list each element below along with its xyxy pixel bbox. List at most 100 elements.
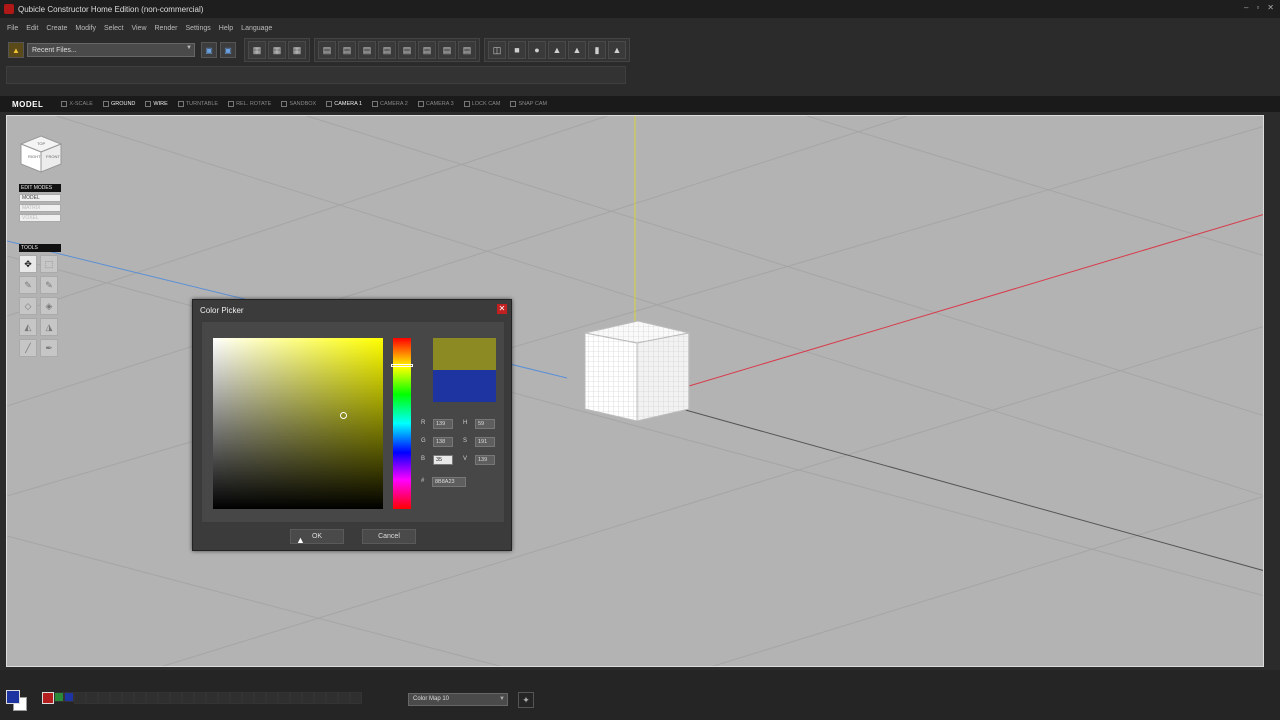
edit-mode-model[interactable]: MODEL — [19, 194, 61, 202]
palette-empty-cell[interactable] — [170, 692, 182, 704]
palette-empty-cell[interactable] — [350, 692, 362, 704]
palette-empty-cell[interactable] — [338, 692, 350, 704]
b-field[interactable]: 35 — [433, 455, 453, 465]
palette-empty-cell[interactable] — [158, 692, 170, 704]
palette-empty-cell[interactable] — [302, 692, 314, 704]
menu-modify[interactable]: Modify — [75, 25, 96, 32]
format-xxx-button[interactable]: ▤ — [378, 41, 396, 59]
save-icon[interactable]: ▣ — [201, 42, 217, 58]
palette-empty-cell[interactable] — [98, 692, 110, 704]
format-xxxxxx-button[interactable]: ▤ — [358, 41, 376, 59]
menu-settings[interactable]: Settings — [185, 25, 210, 32]
s-field[interactable]: 191 — [475, 437, 495, 447]
sphere-icon[interactable]: ● — [528, 41, 546, 59]
hue-marker[interactable] — [391, 364, 413, 367]
voxel-cube-model[interactable] — [583, 321, 693, 421]
export-multiple-button[interactable]: ▦ — [288, 41, 306, 59]
cancel-button[interactable]: Cancel — [362, 529, 416, 544]
box-select-tool-icon[interactable]: ⬚ — [40, 255, 58, 273]
minimize-icon[interactable]: – — [1244, 3, 1248, 12]
line-tool-icon[interactable]: ╱ — [19, 339, 37, 357]
edit-mode-matrix[interactable]: MATRIX — [19, 204, 61, 212]
close-icon[interactable]: ✕ — [497, 304, 507, 314]
option-wire[interactable]: WIRE — [145, 101, 168, 107]
palette-color-2[interactable] — [54, 692, 64, 702]
menu-select[interactable]: Select — [104, 25, 123, 32]
palette-empty-cell[interactable] — [86, 692, 98, 704]
navigation-cube[interactable]: RIGHT FRONT TOP — [19, 134, 63, 174]
color-map-dropdown[interactable]: Color Map 10 ▼ — [408, 693, 508, 706]
palette-empty-cell[interactable] — [146, 692, 158, 704]
palette-empty-cell[interactable] — [74, 692, 86, 704]
palette-color-1[interactable] — [42, 692, 54, 704]
new-matrix-icon[interactable]: ◫ — [488, 41, 506, 59]
export-button[interactable]: ▦ — [248, 41, 266, 59]
option-lock-cam[interactable]: LOCK CAM — [463, 101, 500, 107]
cone-icon[interactable]: ▲ — [548, 41, 566, 59]
cube-icon[interactable]: ■ — [508, 41, 526, 59]
option-x-scale[interactable]: X-SCALE — [61, 101, 93, 107]
erase-tool-icon[interactable]: ◇ — [19, 297, 37, 315]
recent-files-dropdown[interactable]: Recent Files... ▼ — [27, 43, 195, 57]
option-rel-rotate[interactable]: REL. ROTATE — [228, 101, 271, 107]
option-camera-3[interactable]: CAMERA 3 — [417, 101, 454, 107]
palette-empty-cell[interactable] — [242, 692, 254, 704]
option-ground[interactable]: GROUND — [102, 101, 135, 107]
hue-slider[interactable] — [391, 338, 413, 509]
palette-empty-cell[interactable] — [194, 692, 206, 704]
format-obj-button[interactable]: ▤ — [398, 41, 416, 59]
cylinder-icon[interactable]: ▮ — [588, 41, 606, 59]
pin-icon[interactable]: ✦ — [518, 692, 534, 708]
terrain-icon[interactable]: ▲ — [608, 41, 626, 59]
open-folder-icon[interactable]: ▲ — [8, 42, 24, 58]
palette-empty-cell[interactable] — [206, 692, 218, 704]
menu-edit[interactable]: Edit — [26, 25, 38, 32]
format-vxl-button[interactable]: ▤ — [338, 41, 356, 59]
palette-empty-cell[interactable] — [290, 692, 302, 704]
palette-empty-cell[interactable] — [254, 692, 266, 704]
move-select-tool-icon[interactable]: ✥ — [19, 255, 37, 273]
save-as-icon[interactable]: ▣ — [220, 42, 236, 58]
r-field[interactable]: 139 — [433, 419, 453, 429]
palette-empty-cell[interactable] — [134, 692, 146, 704]
palette-empty-cell[interactable] — [110, 692, 122, 704]
palette-empty-cell[interactable] — [326, 692, 338, 704]
format-qb-button[interactable]: ▤ — [458, 41, 476, 59]
option-snap-cam[interactable]: SNAP CAM — [510, 101, 547, 107]
palette-empty-cell[interactable] — [278, 692, 290, 704]
format-stl-button[interactable]: ▤ — [418, 41, 436, 59]
g-field[interactable]: 138 — [433, 437, 453, 447]
format-vox-button[interactable]: ▤ — [318, 41, 336, 59]
option-turntable[interactable]: TURNTABLE — [177, 101, 218, 107]
menu-create[interactable]: Create — [46, 25, 67, 32]
primary-color-swatch[interactable] — [6, 690, 20, 704]
hex-field[interactable]: 8B8A23 — [432, 477, 466, 487]
pencil-tool-icon[interactable]: ✎ — [19, 276, 37, 294]
menu-help[interactable]: Help — [219, 25, 233, 32]
v-field[interactable]: 139 — [475, 455, 495, 465]
eyedropper-tool-icon[interactable]: ✒ — [40, 339, 58, 357]
format-qef-button[interactable]: ▤ — [438, 41, 456, 59]
palette-empty-cell[interactable] — [230, 692, 242, 704]
palette-empty-cell[interactable] — [218, 692, 230, 704]
menu-language[interactable]: Language — [241, 25, 272, 32]
bucket-tool-icon[interactable]: ◮ — [40, 318, 58, 336]
maximize-icon[interactable]: ▫ — [1256, 3, 1259, 12]
export-hierarchy-button[interactable]: ▦ — [268, 41, 286, 59]
palette-color-3[interactable] — [64, 692, 74, 702]
pyramid-icon[interactable]: ▲ — [568, 41, 586, 59]
close-icon[interactable]: ✕ — [1267, 3, 1274, 12]
menu-view[interactable]: View — [131, 25, 146, 32]
palette-empty-cell[interactable] — [182, 692, 194, 704]
option-camera-2[interactable]: CAMERA 2 — [372, 101, 408, 107]
sv-cursor-icon[interactable] — [340, 412, 347, 419]
h-field[interactable]: 59 — [475, 419, 495, 429]
menu-render[interactable]: Render — [155, 25, 178, 32]
option-sandbox[interactable]: SANDBOX — [281, 101, 316, 107]
palette-empty-cell[interactable] — [122, 692, 134, 704]
option-camera-1[interactable]: CAMERA 1 — [326, 101, 362, 107]
palette-empty-cell[interactable] — [266, 692, 278, 704]
edit-mode-voxel[interactable]: VOXEL — [19, 214, 61, 222]
palette-empty-cell[interactable] — [314, 692, 326, 704]
paint-tool-icon[interactable]: ◈ — [40, 297, 58, 315]
